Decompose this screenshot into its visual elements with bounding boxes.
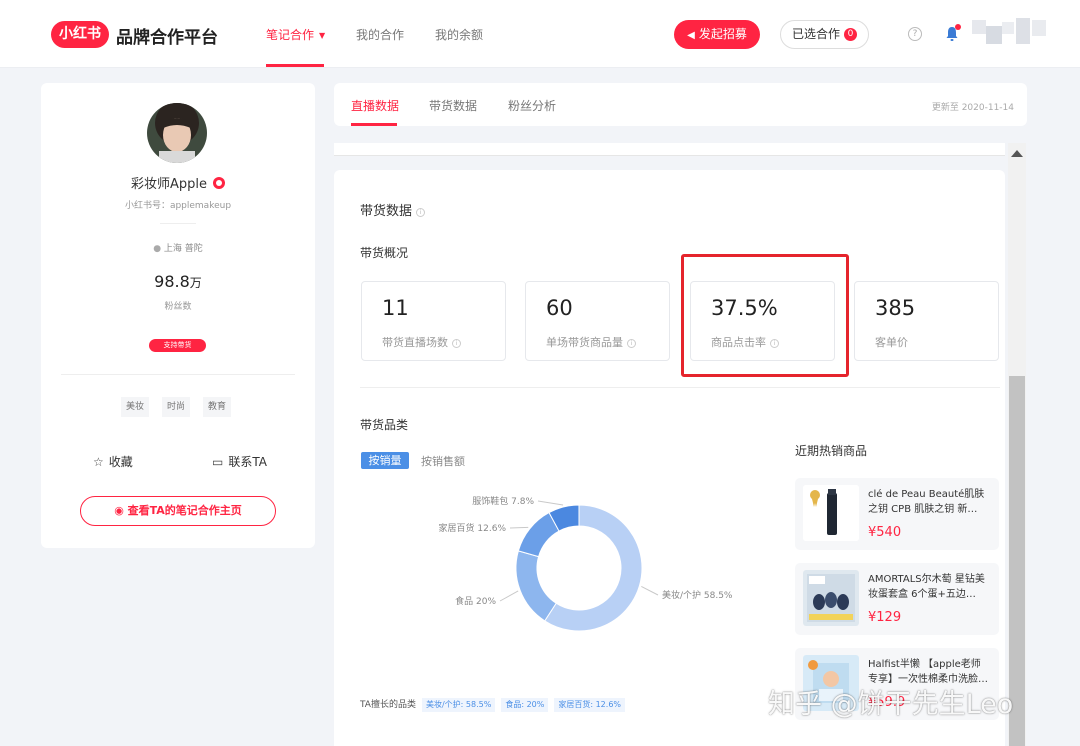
tab-selling-data[interactable]: 带货数据 <box>429 97 477 114</box>
profile-card: 彩妆师Apple 小红书号：applemakeup ● 上海 普陀 98.8万 … <box>41 83 315 548</box>
info-icon[interactable]: i <box>452 339 461 348</box>
category-tag: 美妆/个护: 58.5% <box>421 698 496 712</box>
watermark: 知乎 @饼干先生Leo <box>768 689 1014 720</box>
selling-data-panel: 带货数据 i 带货概况 11 带货直播场数 i 60 单场带货商品量 i 37.5% … <box>334 170 1005 746</box>
category-tag: 家居百货: 12.6% <box>554 698 626 712</box>
notification-dot <box>955 24 961 30</box>
leader-line <box>537 500 564 506</box>
logo-text: 品牌合作平台 <box>116 28 218 48</box>
scroll-up-arrow-icon[interactable] <box>1011 150 1023 157</box>
pie-slice[interactable] <box>515 550 557 622</box>
stat-value: 385 <box>875 296 916 320</box>
megaphone-icon: ◀ <box>687 30 695 41</box>
nav-notes-cooperation[interactable]: 笔记合作 ▼ <box>266 26 325 43</box>
expert-categories: TA擅长的品类 美妆/个护: 58.5% 食品: 20% 家居百货: 12.6% <box>360 697 626 712</box>
product-image <box>803 570 859 626</box>
category-title: 带货品类 <box>360 418 409 432</box>
pie-label: 美妆/个护 58.5% <box>662 589 733 601</box>
contact-button[interactable]: ▭ 联系TA <box>212 453 267 470</box>
product-image <box>803 485 859 541</box>
nav-my-balance[interactable]: 我的余额 <box>435 26 483 43</box>
divider <box>160 223 196 224</box>
divider <box>360 387 1000 388</box>
leader-line <box>499 590 519 602</box>
pie-label: 食品 20% <box>455 595 496 607</box>
previous-section-edge <box>334 143 1005 156</box>
verified-badge-icon <box>213 177 225 189</box>
selected-count-badge: 0 <box>844 28 857 41</box>
stat-value: 11 <box>382 296 409 320</box>
view-cooperation-homepage-button[interactable]: ◉ 查看TA的笔记合作主页 <box>80 496 276 526</box>
overview-title: 带货概况 <box>360 246 409 260</box>
tab-fans-analysis[interactable]: 粉丝分析 <box>508 97 556 114</box>
profile-tag: 美妆 <box>121 397 150 417</box>
update-date: 更新至 2020-11-14 <box>931 103 1014 113</box>
product-name: AMORTALS尔木萄 星钻美妆蛋套盒 6个蛋+五边… <box>868 574 985 600</box>
info-icon[interactable]: i <box>627 339 636 348</box>
category-donut-chart: 美妆/个护 58.5% 食品 20% 家居百货 12.6% 服饰鞋包 7.8% <box>439 495 733 632</box>
profile-avatar <box>147 103 207 163</box>
category-tag: 食品: 20% <box>501 698 549 712</box>
stat-label: 单场带货商品量 i <box>546 334 636 350</box>
profile-tag: 教育 <box>203 397 232 417</box>
toggle-by-sales[interactable]: 按销售额 <box>421 453 465 469</box>
location-pin-icon: ● <box>153 244 164 254</box>
leader-line <box>641 585 659 596</box>
selected-cooperation-button[interactable]: 已选合作 0 <box>780 20 869 49</box>
tab-active-underline <box>351 123 397 126</box>
stat-card: 11 带货直播场数 i <box>361 281 506 361</box>
logo-badge[interactable]: 小红书 <box>51 21 109 48</box>
fans-label: 粉丝数 <box>164 302 192 312</box>
star-icon: ☆ <box>93 455 104 469</box>
stat-label: 带货直播场数 i <box>382 334 461 350</box>
user-avatar[interactable] <box>970 16 1050 52</box>
top-nav-bar: 小红书 品牌合作平台 笔记合作 ▼ 我的合作 我的余额 ◀ 发起招募 已选合作 0 ? <box>0 0 1080 68</box>
fans-count: 98.8万 <box>154 272 202 291</box>
product-card[interactable]: clé de Peau Beauté肌肤之钥 CPB 肌肤之钥 新… ¥540 <box>795 478 999 550</box>
nav-my-cooperation[interactable]: 我的合作 <box>356 26 404 43</box>
help-icon[interactable]: ? <box>908 27 922 41</box>
leader-line <box>509 526 529 529</box>
profile-name: 彩妆师Apple <box>41 173 315 192</box>
support-selling-badge: 支持带货 <box>149 339 206 352</box>
toggle-by-volume[interactable]: 按销量 <box>361 452 409 469</box>
stat-label: 客单价 <box>875 336 908 349</box>
profile-location: ● 上海 普陀 <box>153 244 203 254</box>
chat-icon: ▭ <box>212 455 224 469</box>
profile-id: 小红书号：applemakeup <box>124 201 232 211</box>
nav-label: 笔记合作 <box>266 28 315 42</box>
tab-live-data[interactable]: 直播数据 <box>351 97 399 114</box>
product-name: clé de Peau Beauté肌肤之钥 CPB 肌肤之钥 新… <box>868 489 985 515</box>
hot-products-title: 近期热销商品 <box>795 444 868 458</box>
start-recruit-button[interactable]: ◀ 发起招募 <box>674 20 760 49</box>
stat-value: 60 <box>546 296 573 320</box>
data-tabs: 直播数据 带货数据 粉丝分析 更新至 2020-11-14 <box>334 83 1027 126</box>
section-title: 带货数据 i <box>360 200 426 219</box>
favorite-button[interactable]: ☆ 收藏 <box>93 453 133 470</box>
product-card[interactable]: AMORTALS尔木萄 星钻美妆蛋套盒 6个蛋+五边… ¥129 <box>795 563 999 635</box>
product-price: ¥540 <box>868 525 902 540</box>
stat-card: 385 客单价 <box>854 281 999 361</box>
stat-card: 60 单场带货商品量 i <box>525 281 670 361</box>
profile-tag: 时尚 <box>162 397 191 417</box>
info-icon[interactable]: i <box>416 208 426 217</box>
nav-active-underline <box>266 64 324 67</box>
pie-label: 服饰鞋包 7.8% <box>472 495 534 507</box>
divider <box>61 374 295 375</box>
product-price: ¥129 <box>868 610 902 625</box>
pie-label: 家居百货 12.6% <box>439 522 507 534</box>
eye-icon: ◉ <box>114 504 128 517</box>
caret-down-icon: ▼ <box>319 31 326 40</box>
highlight-box <box>681 254 849 377</box>
